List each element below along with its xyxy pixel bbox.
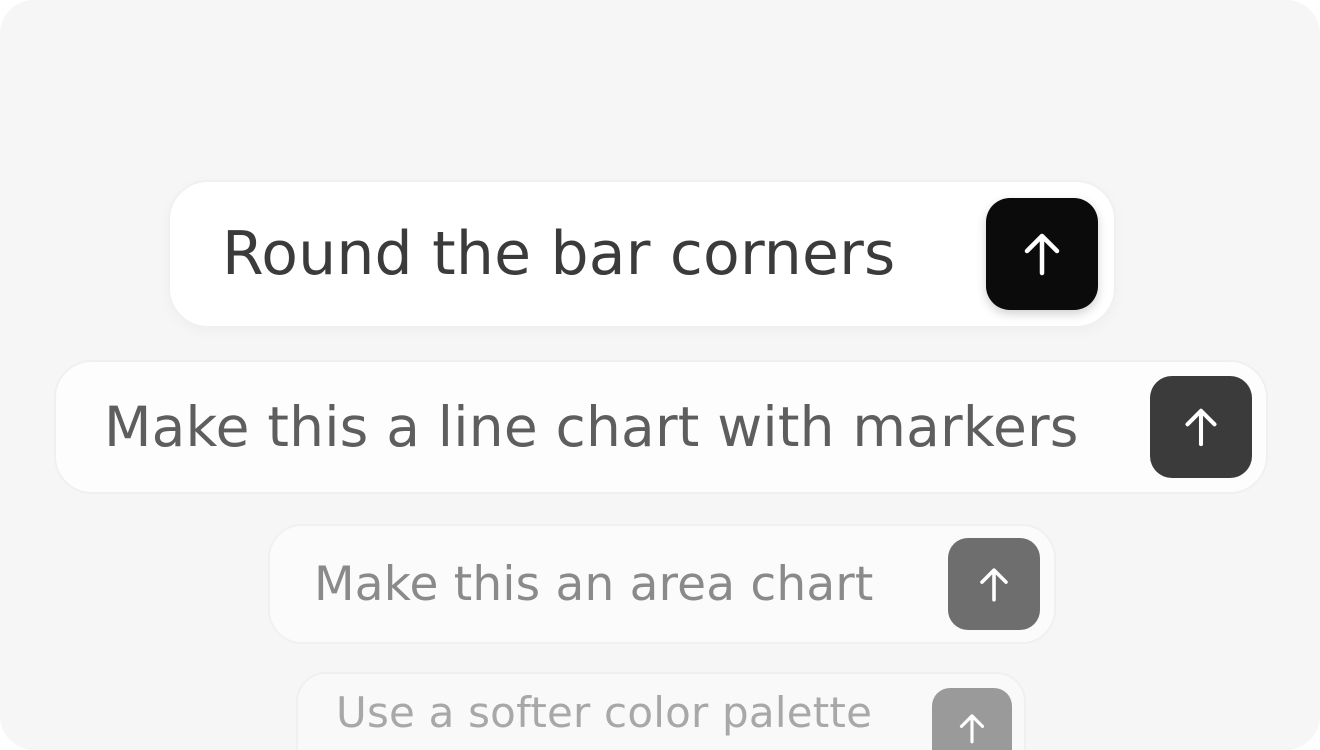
- arrow-up-icon: [1185, 408, 1217, 447]
- send-button[interactable]: [986, 198, 1098, 310]
- send-button[interactable]: [948, 538, 1040, 630]
- suggestion-line-chart-markers[interactable]: Make this a line chart with markers: [54, 360, 1268, 494]
- suggestions-panel: Round the bar corners Make this a line c…: [0, 0, 1320, 750]
- arrow-up-icon: [980, 567, 1008, 601]
- suggestion-softer-palette[interactable]: Use a softer color palette: [296, 672, 1026, 750]
- suggestion-text: Use a softer color palette: [336, 688, 873, 737]
- suggestion-text: Make this an area chart: [314, 556, 874, 612]
- suggestion-round-bar-corners[interactable]: Round the bar corners: [168, 180, 1116, 328]
- suggestion-text: Round the bar corners: [222, 219, 896, 289]
- suggestion-area-chart[interactable]: Make this an area chart: [268, 524, 1056, 644]
- arrow-up-icon: [959, 713, 985, 743]
- send-button[interactable]: [932, 688, 1012, 750]
- suggestion-text: Make this a line chart with markers: [104, 395, 1079, 459]
- send-button[interactable]: [1150, 376, 1252, 478]
- arrow-up-icon: [1024, 233, 1060, 276]
